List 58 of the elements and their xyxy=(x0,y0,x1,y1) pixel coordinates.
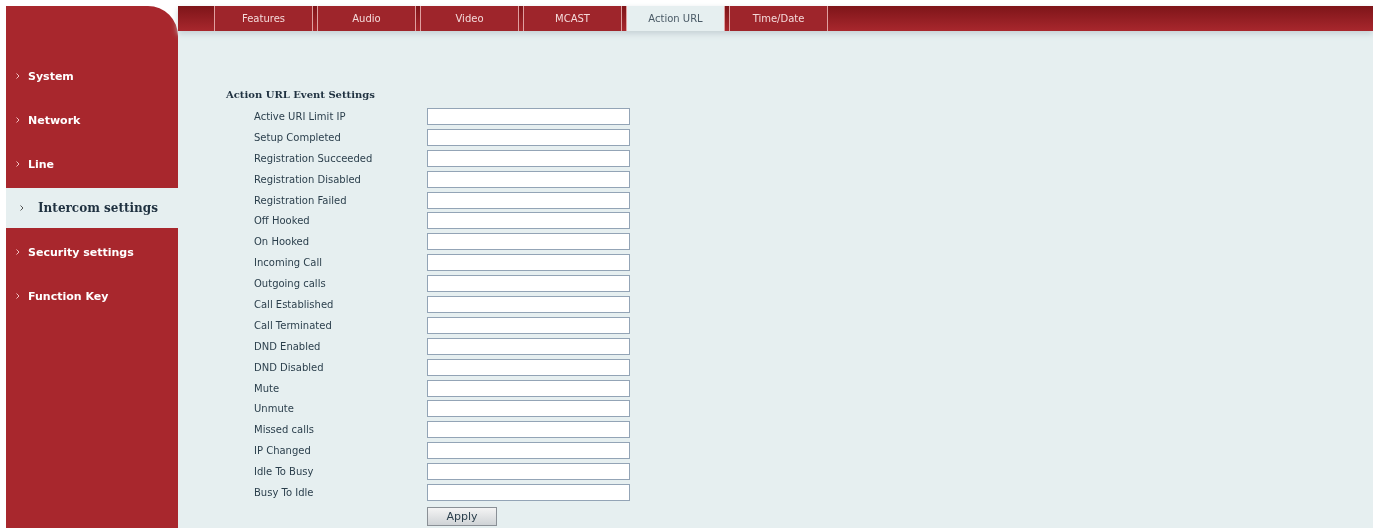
field-label: Call Terminated xyxy=(253,319,333,331)
input-field[interactable] xyxy=(427,191,630,209)
field-label: Incoming Call xyxy=(253,257,323,269)
field-label: Registration Succeeded xyxy=(253,152,374,164)
input-field[interactable] xyxy=(427,295,630,313)
sidebar-item[interactable]: Intercom settings xyxy=(6,188,178,228)
field-label: Call Established xyxy=(253,298,335,310)
chevron-icon xyxy=(16,73,20,79)
input-field[interactable] xyxy=(427,233,630,251)
field-label: Registration Failed xyxy=(253,194,348,206)
input-field[interactable] xyxy=(427,442,630,460)
field-label: Unmute xyxy=(253,403,295,415)
input-field[interactable] xyxy=(427,421,630,439)
input-field[interactable] xyxy=(427,149,630,167)
tab[interactable]: Action URL xyxy=(626,6,725,31)
tab[interactable]: MCAST xyxy=(523,6,622,31)
input-field[interactable] xyxy=(427,170,630,188)
field-label: Active URI Limit IP xyxy=(253,110,347,122)
input-field[interactable] xyxy=(427,463,630,481)
field-label: Off Hooked xyxy=(253,215,311,227)
section-title: Action URL Event Settings xyxy=(226,89,376,100)
chevron-icon xyxy=(16,117,20,123)
tab[interactable]: Time/Date xyxy=(729,6,828,31)
input-field[interactable] xyxy=(427,212,630,230)
field-label: Mute xyxy=(253,382,281,394)
input-field[interactable] xyxy=(427,483,630,501)
input-field[interactable] xyxy=(427,128,630,146)
tab[interactable]: Video xyxy=(420,6,519,31)
field-label: Missed calls xyxy=(253,424,315,436)
field-label: DND Disabled xyxy=(253,361,325,373)
input-field[interactable] xyxy=(427,337,630,355)
chevron-icon xyxy=(16,293,20,299)
field-label: IP Changed xyxy=(253,445,312,457)
sidebar-item[interactable]: Security settings xyxy=(6,230,178,274)
sidebar-item[interactable]: Line xyxy=(6,142,178,186)
chevron-icon xyxy=(16,161,20,167)
field-label: Setup Completed xyxy=(253,131,342,143)
input-field[interactable] xyxy=(427,107,630,125)
input-field[interactable] xyxy=(427,379,630,397)
field-label: DND Enabled xyxy=(253,340,322,352)
chevron-icon xyxy=(16,249,20,255)
input-field[interactable] xyxy=(427,400,630,418)
field-label: On Hooked xyxy=(253,236,311,248)
field-label: Outgoing calls xyxy=(253,278,327,290)
input-field[interactable] xyxy=(427,316,630,334)
field-label: Idle To Busy xyxy=(253,466,315,478)
tab[interactable]: Audio xyxy=(317,6,416,31)
chevron-icon xyxy=(20,205,24,211)
input-field[interactable] xyxy=(427,254,630,272)
input-field[interactable] xyxy=(427,275,630,293)
input-field[interactable] xyxy=(427,358,630,376)
sidebar-item[interactable]: Network xyxy=(6,98,178,142)
sidebar-item[interactable]: System xyxy=(6,54,178,98)
field-label: Registration Disabled xyxy=(253,173,362,185)
sidebar-item[interactable]: Function Key xyxy=(6,274,178,318)
field-label: Busy To Idle xyxy=(253,486,315,498)
apply-button[interactable]: Apply xyxy=(427,506,497,526)
tab[interactable]: Features xyxy=(214,6,313,31)
